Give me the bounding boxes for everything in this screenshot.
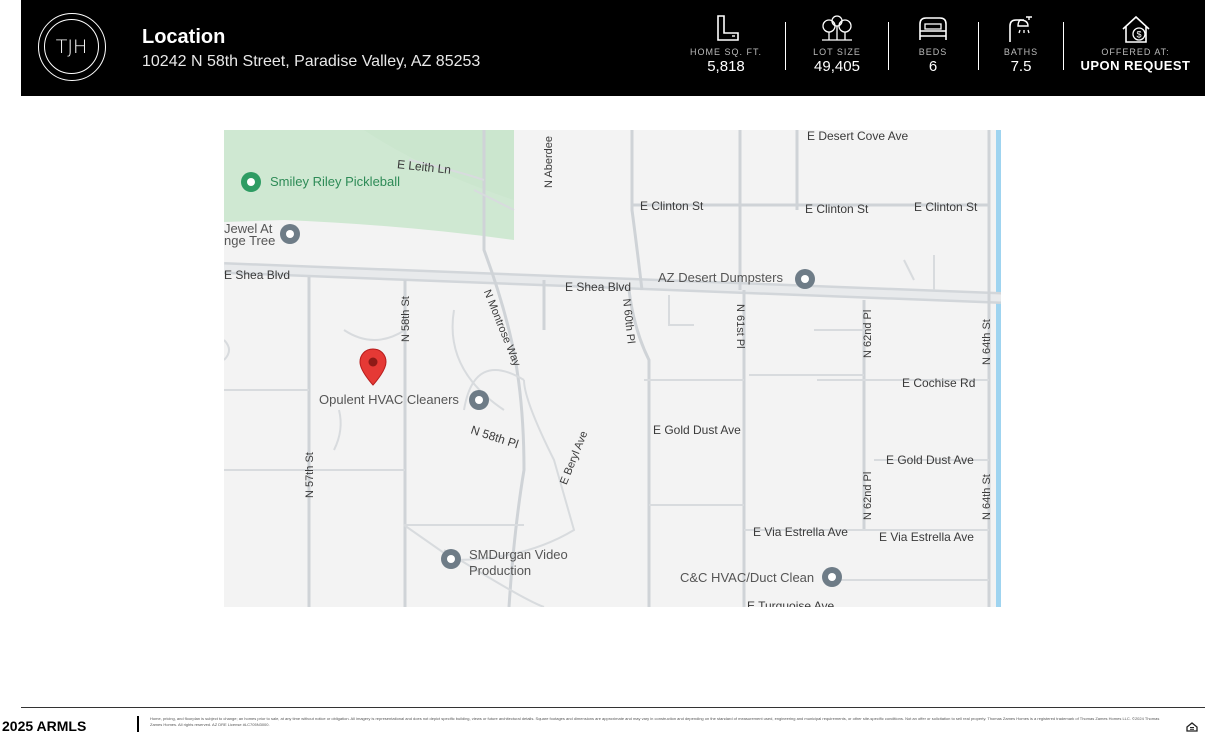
street-label: E Cochise Rd xyxy=(902,376,976,390)
stat-baths: BATHS 7.5 xyxy=(991,14,1051,75)
street-label: E Via Estrella Ave xyxy=(753,525,848,539)
stat-value: UPON REQUEST xyxy=(1080,58,1191,73)
divider xyxy=(785,22,786,70)
poi-label: SMDurgan Video xyxy=(469,547,568,562)
street-label: E Turquoise Ave xyxy=(747,599,835,607)
street-label: N 62nd Pl xyxy=(862,471,874,520)
street-label: E Via Estrella Ave xyxy=(879,530,974,544)
place-pin-icon xyxy=(280,224,300,244)
bed-icon xyxy=(919,17,947,40)
stat-label: OFFERED AT: xyxy=(1101,47,1170,57)
stat-label: LOT SIZE xyxy=(813,47,861,57)
street-label: N 64th St xyxy=(981,319,993,365)
street-label: E Clinton St xyxy=(640,199,704,213)
street-label: N Aberdee xyxy=(543,136,555,188)
property-header: TJH Location 10242 N 58th Street, Paradi… xyxy=(21,0,1205,96)
place-pin-icon xyxy=(441,549,461,569)
stat-offered-at: $ OFFERED AT: UPON REQUEST xyxy=(1073,14,1198,73)
street-label: E Shea Blvd xyxy=(565,280,632,294)
poi-label: C&C HVAC/Duct Clean xyxy=(680,570,815,585)
poi-label: nge Tree xyxy=(224,233,276,248)
tjh-logo: TJH xyxy=(38,13,106,81)
street-label: N 57th St xyxy=(304,452,316,498)
street-label: E Gold Dust Ave xyxy=(886,453,974,467)
stat-lot-size: LOT SIZE 49,405 xyxy=(797,14,877,75)
park-pin-icon xyxy=(241,172,261,192)
footer-copyright: 2025 ARMLS xyxy=(2,718,87,734)
street-label: E Gold Dust Ave xyxy=(653,423,741,437)
stat-value: 5,818 xyxy=(707,58,745,75)
street-label: E Shea Blvd xyxy=(224,268,291,282)
stat-label: BATHS xyxy=(1003,47,1039,57)
street-label: E Desert Cove Ave xyxy=(807,130,909,143)
stat-home-sqft: HOME SQ. FT. 5,818 xyxy=(685,14,767,75)
poi-label: AZ Desert Dumpsters xyxy=(658,270,783,285)
trees-icon xyxy=(822,15,852,41)
stat-label: HOME SQ. FT. xyxy=(689,47,762,57)
svg-text:$: $ xyxy=(1136,30,1141,40)
logo-monogram: TJH xyxy=(44,19,99,74)
divider xyxy=(888,22,889,70)
shower-icon xyxy=(1009,16,1032,42)
property-address: 10242 N 58th Street, Paradise Valley, AZ… xyxy=(142,53,481,70)
footer-disclaimer: Home, pricing, and floorplan is subject … xyxy=(150,716,1160,727)
street-label: N 61st Pl xyxy=(734,304,746,349)
street-label: E Clinton St xyxy=(805,202,869,216)
poi-label: Production xyxy=(469,563,532,578)
street-label: N 64th St xyxy=(981,474,993,520)
stat-value: 7.5 xyxy=(1010,58,1032,75)
poi-label: Opulent HVAC Cleaners xyxy=(319,392,459,407)
equal-housing-icon xyxy=(1186,722,1198,732)
floorplan-icon xyxy=(717,15,739,41)
place-pin-icon xyxy=(469,390,489,410)
place-pin-icon xyxy=(795,269,815,289)
location-title: Location xyxy=(142,26,226,48)
street-label: E Clinton St xyxy=(914,200,978,214)
stat-beds: BEDS 6 xyxy=(903,14,963,75)
house-dollar-icon: $ xyxy=(1121,15,1150,43)
location-marker-icon[interactable] xyxy=(359,348,387,386)
street-label: N 58th St xyxy=(400,296,412,342)
stat-value: 49,405 xyxy=(814,58,860,75)
place-pin-icon xyxy=(822,567,842,587)
poi-label: Smiley Riley Pickleball xyxy=(270,174,401,189)
street-label: N 62nd Pl xyxy=(862,309,874,358)
stat-value: 6 xyxy=(928,58,938,75)
divider xyxy=(978,22,979,70)
divider xyxy=(1063,22,1064,70)
footer-divider xyxy=(21,707,1205,708)
stat-label: BEDS xyxy=(918,47,948,57)
footer-separator xyxy=(137,716,139,732)
location-map[interactable]: E Leith Ln N Aberdee E Desert Cove Ave E… xyxy=(224,130,1001,607)
